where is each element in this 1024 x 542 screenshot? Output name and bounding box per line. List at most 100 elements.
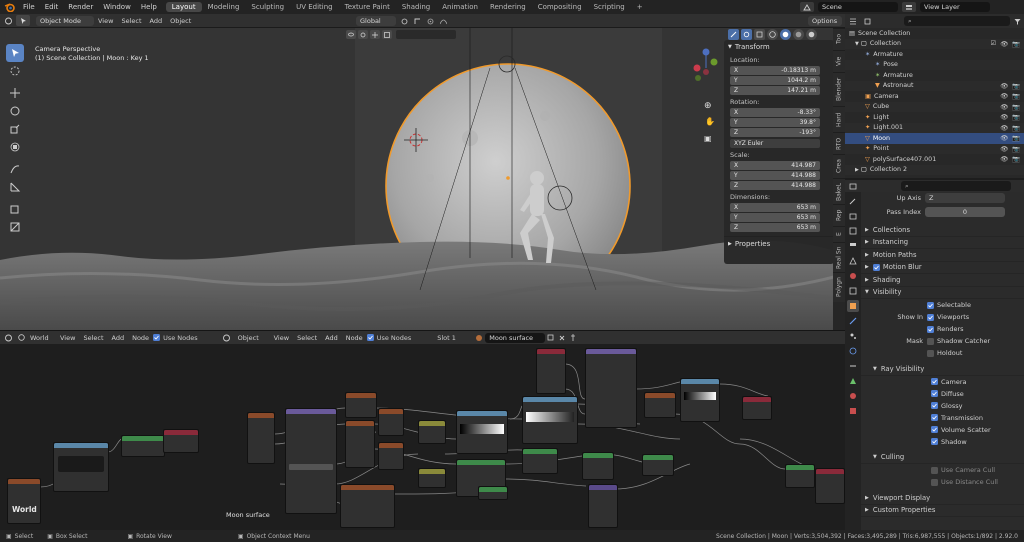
color-ramp-node-4[interactable]	[522, 396, 578, 444]
background-node[interactable]	[121, 435, 165, 457]
tool-tab-icon[interactable]	[847, 195, 859, 207]
properties-panel-header[interactable]: ▶ Properties	[724, 236, 834, 251]
filter-icon[interactable]	[1010, 18, 1024, 25]
ne-right-menu-add[interactable]: Add	[321, 334, 342, 342]
checkbox-icon[interactable]: ☑	[991, 40, 997, 48]
location-z-field[interactable]: Z 147.21 m	[730, 86, 820, 95]
data-tab-icon[interactable]	[847, 375, 859, 387]
camera-icon[interactable]: 📷	[1012, 134, 1020, 142]
particles-tab-icon[interactable]	[847, 330, 859, 342]
camera-icon[interactable]: 📷	[1012, 40, 1020, 48]
dimensions-x-field[interactable]: X 653 m	[730, 203, 820, 212]
falloff-icon[interactable]	[438, 18, 448, 25]
viewport-menu-add[interactable]: Add	[146, 17, 167, 25]
ray-camera-checkbox[interactable]	[931, 378, 938, 385]
tab-shading[interactable]: Shading	[396, 2, 436, 12]
mix-rgb-node-1[interactable]	[418, 420, 446, 444]
outliner-row-astronaut[interactable]: ▼ Astronaut 👁 📷	[845, 80, 1024, 91]
eye-icon[interactable]: 👁	[1000, 82, 1008, 90]
properties-search-input[interactable]: ⌕	[901, 181, 1011, 191]
outliner-row-armature-data[interactable]: ✶ Armature	[845, 70, 1024, 81]
editor-type-node-icon[interactable]	[0, 334, 16, 342]
navigation-gizmo[interactable]: ⊕ ✋ ▣	[688, 42, 724, 144]
ne-left-menu-select[interactable]: Select	[79, 334, 107, 342]
xray-toggle-icon[interactable]	[754, 29, 765, 40]
location-y-field[interactable]: Y 1044.2 m	[730, 76, 820, 85]
snap-icon[interactable]	[412, 18, 422, 25]
material-shading-icon[interactable]	[793, 29, 804, 40]
extra-tool-button[interactable]	[6, 218, 24, 236]
expand-arrow-icon-2[interactable]: ▶	[855, 167, 859, 173]
outliner-row-polysurface[interactable]: ▽ polySurface407.001 👁 📷	[845, 154, 1024, 165]
mapping-node[interactable]	[345, 392, 377, 418]
outliner-row-light-001[interactable]: ✦ Light.001 👁 📷	[845, 122, 1024, 133]
viewport-menu-select[interactable]: Select	[117, 17, 145, 25]
slot-dropdown[interactable]: Slot 1	[433, 334, 473, 342]
rotation-y-field[interactable]: Y 39.8°	[730, 118, 820, 127]
expand-arrow-icon[interactable]: ▼	[855, 41, 859, 47]
sidebar-tab-item[interactable]: Too	[833, 28, 845, 50]
section-motion-paths[interactable]: ▶ Motion Paths	[861, 249, 1024, 262]
camera-icon[interactable]: 📷	[1012, 103, 1020, 111]
eye-icon[interactable]: 👁	[1000, 155, 1008, 163]
ray-volume-scatter-checkbox[interactable]	[931, 426, 938, 433]
ne-right-menu-node[interactable]: Node	[342, 334, 367, 342]
section-motion-blur[interactable]: ▶ Motion Blur	[861, 262, 1024, 274]
location-x-field[interactable]: X -0.18313 m	[730, 66, 820, 75]
section-shading[interactable]: ▶ Shading	[861, 274, 1024, 287]
menu-file[interactable]: File	[18, 3, 40, 11]
node-editor[interactable]: World Moon surface	[0, 344, 845, 530]
modifier-tab-icon[interactable]	[847, 315, 859, 327]
3d-viewport[interactable]: Camera Perspective (1) Scene Collection …	[0, 28, 845, 330]
eye-icon[interactable]: 👁	[1000, 103, 1008, 111]
sidebar-tab-rto[interactable]: RTO	[833, 132, 845, 154]
output-tab-icon[interactable]	[847, 225, 859, 237]
select-tool-button[interactable]	[6, 44, 24, 62]
tab-scripting[interactable]: Scripting	[588, 2, 631, 12]
section-visibility[interactable]: ▼ Visibility	[861, 287, 1024, 299]
editor-type-outliner-icon[interactable]	[845, 18, 860, 25]
options-dropdown[interactable]: Options	[808, 16, 842, 26]
scale-x-field[interactable]: X 414.987	[730, 161, 820, 170]
sidebar-tab-hard[interactable]: Hard	[833, 106, 845, 132]
section-collections[interactable]: ▶ Collections	[861, 224, 1024, 237]
rotate-tool-button[interactable]	[6, 102, 24, 120]
ray-glossy-checkbox[interactable]	[931, 402, 938, 409]
ne-right-menu-view[interactable]: View	[270, 334, 293, 342]
world-output-node-2[interactable]	[163, 429, 199, 453]
rotation-z-field[interactable]: Z -193°	[730, 128, 820, 137]
tab-texture-paint[interactable]: Texture Paint	[339, 2, 396, 12]
ne-left-menu-add[interactable]: Add	[108, 334, 129, 342]
wireframe-shading-icon[interactable]	[767, 29, 778, 40]
ne-left-menu-node[interactable]: Node	[128, 334, 153, 342]
outliner-row-light[interactable]: ✦ Light 👁 📷	[845, 112, 1024, 123]
render-tab-icon[interactable]	[847, 210, 859, 222]
object-tab-icon[interactable]	[847, 300, 859, 312]
sidebar-tab-view[interactable]: Vie	[833, 50, 845, 72]
rendered-shading-icon[interactable]	[806, 29, 817, 40]
color-ramp-node-3[interactable]	[456, 410, 508, 454]
tab-compositing[interactable]: Compositing	[532, 2, 588, 12]
object-dropdown[interactable]: Object	[234, 334, 270, 342]
sidebar-tab-e[interactable]: E	[833, 226, 845, 242]
sidebar-tab-create[interactable]: Crea	[833, 154, 845, 178]
viewport-search-field[interactable]	[396, 30, 456, 39]
camera-icon[interactable]: 📷	[1012, 124, 1020, 132]
dimensions-z-field[interactable]: Z 653 m	[730, 223, 820, 232]
mix-rgb-node-2[interactable]	[418, 468, 446, 488]
menu-help[interactable]: Help	[136, 3, 162, 11]
outliner-search-input[interactable]: ⌕	[903, 16, 1011, 26]
rotation-x-field[interactable]: X -8.33°	[730, 108, 820, 117]
view-layer-field[interactable]: View Layer	[920, 2, 990, 12]
sidebar-tab-blender[interactable]: Blender	[833, 72, 845, 106]
move-tool-button[interactable]	[6, 84, 24, 102]
eye-icon[interactable]: 👁	[1000, 145, 1008, 153]
world-tab-icon[interactable]	[847, 270, 859, 282]
distance-cull-checkbox[interactable]	[931, 478, 938, 486]
eye-icon[interactable]: 👁	[1000, 40, 1008, 48]
holdout-checkbox[interactable]	[927, 349, 934, 357]
mix-rgb-node-4[interactable]	[582, 452, 614, 480]
eye-icon[interactable]: 👁	[1000, 124, 1008, 132]
add-cube-tool-button[interactable]	[6, 200, 24, 218]
texture-tab-icon[interactable]	[847, 405, 859, 417]
